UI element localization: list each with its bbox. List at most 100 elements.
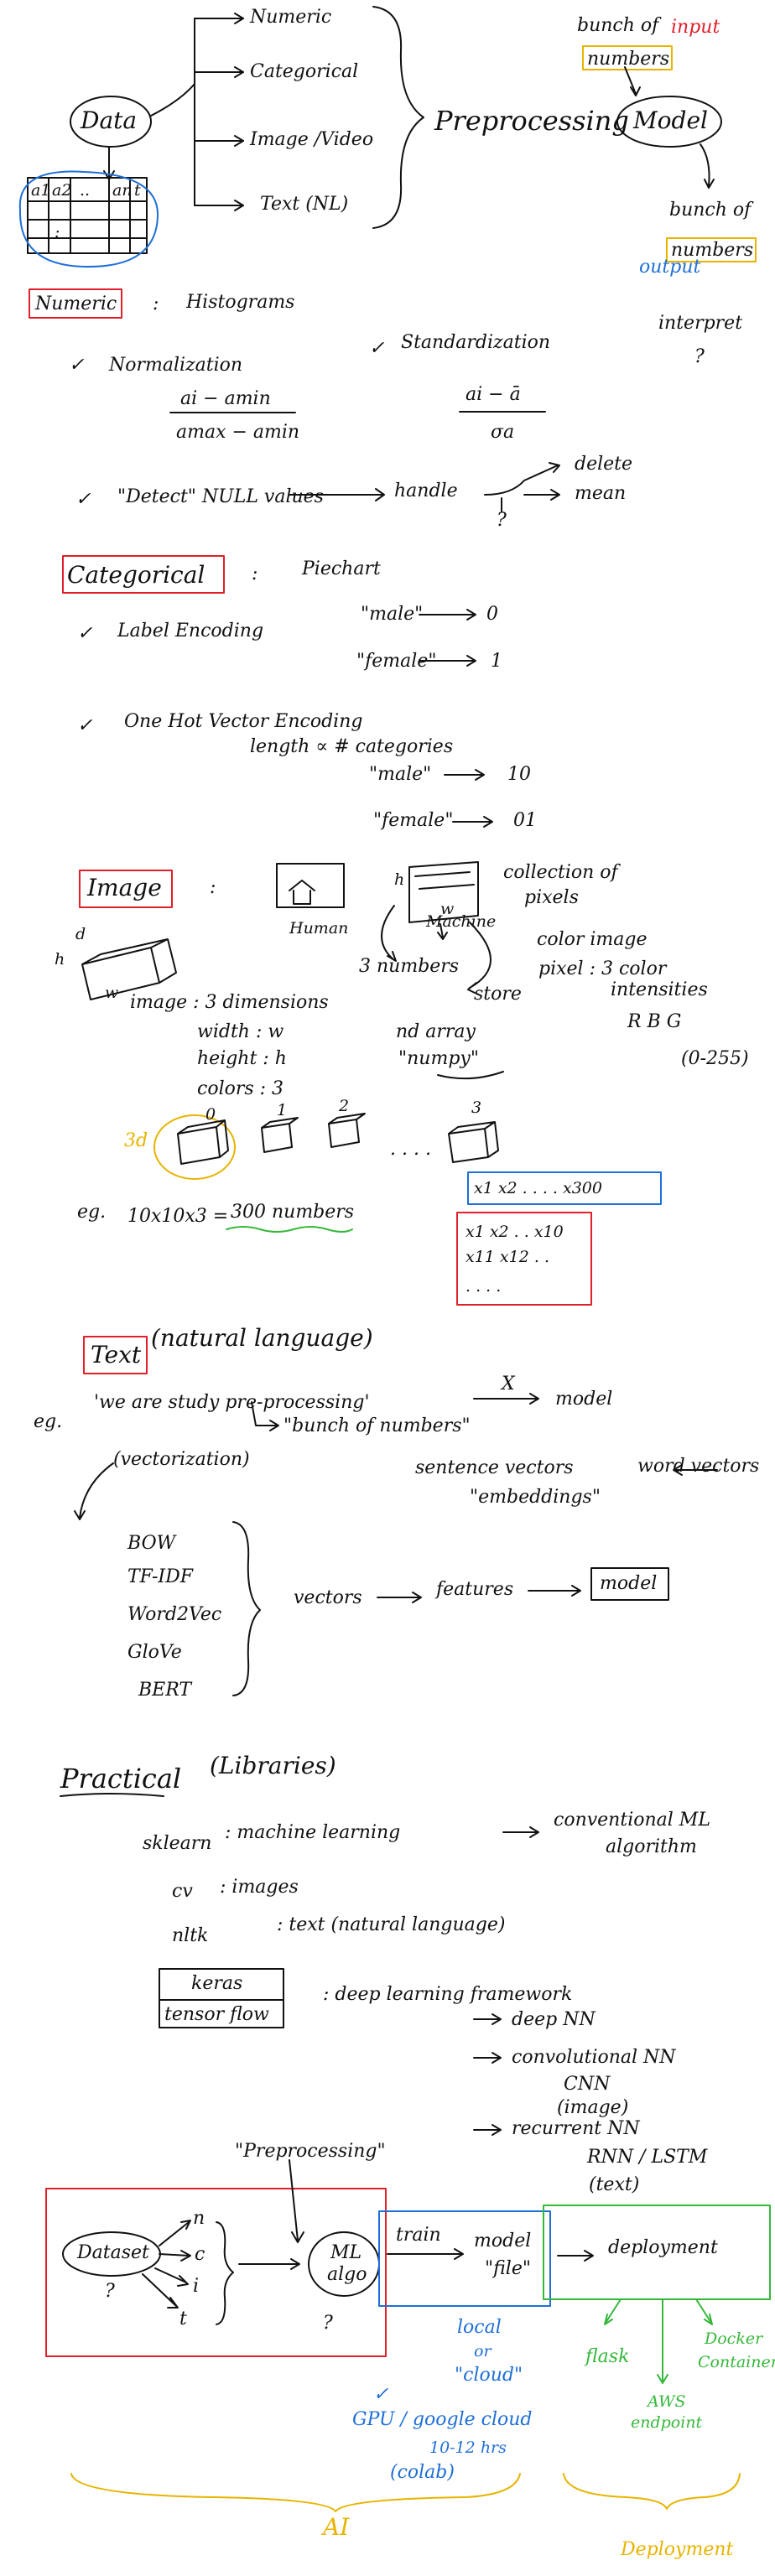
categorical-colon: : <box>252 564 258 584</box>
output-label: output <box>639 257 701 278</box>
matrix-row-3: . . . . <box>466 1277 502 1296</box>
text-brace <box>232 1521 261 1696</box>
cube-idx-0: 0 <box>205 1105 216 1124</box>
row-vector: x1 x2 . . . . x300 <box>474 1179 602 1197</box>
container-label: Container <box>698 2353 775 2371</box>
delete-label: delete <box>575 454 633 475</box>
type-categorical: Categorical <box>250 61 359 82</box>
human-label: Human <box>289 919 349 937</box>
check-standardization: ✓ <box>369 338 385 359</box>
docker-label: Docker <box>705 2329 763 2348</box>
input-label: input <box>671 17 720 38</box>
branch-arrows <box>150 18 244 206</box>
result-label: 300 numbers <box>231 1202 355 1223</box>
rec-nn: recurrent NN <box>512 2118 640 2139</box>
norm-numerator: ai − amin <box>180 388 271 409</box>
length-label: length ∝ # categories <box>250 736 454 757</box>
hrs-label: 10-12 hrs <box>429 2438 507 2457</box>
ml-label: ML <box>330 2242 362 2263</box>
dataset-q: ? <box>105 2281 115 2302</box>
ml-q: ? <box>323 2313 333 2334</box>
conventional-label: conventional ML <box>554 1810 710 1831</box>
rnn-label: RNN / LSTM <box>587 2147 708 2168</box>
vectors-label: vectors <box>294 1587 362 1608</box>
sklearn-desc: : machine learning <box>225 1822 401 1843</box>
check-normalization: ✓ <box>69 355 85 376</box>
categorical-heading: Categorical <box>67 561 205 589</box>
table-head-an: an <box>112 181 133 200</box>
sentence-label: 'we are study pre-processing' <box>94 1392 370 1413</box>
deployment-bottom-label: Deployment <box>621 2539 734 2560</box>
branch-n: n <box>193 2208 205 2229</box>
method-tfidf: TF-IDF <box>127 1566 193 1587</box>
male-vec: 10 <box>507 764 531 785</box>
store-label: store <box>474 984 522 1005</box>
numeric-heading: Numeric <box>35 293 117 314</box>
three-d-circle <box>153 1114 236 1180</box>
onehot-label: One Hot Vector Encoding <box>124 711 363 732</box>
numeric-colon: : <box>153 293 159 314</box>
check-label-enc: ✓ <box>77 623 93 644</box>
local-label: local <box>457 2317 502 2338</box>
standardization-label: Standardization <box>401 332 551 353</box>
cnn-label: CNN <box>564 2074 611 2095</box>
table-head-a2: a2 <box>52 181 72 200</box>
method-bow: BOW <box>127 1533 176 1554</box>
matrix-row-1: x1 x2 . . x10 <box>466 1223 564 1241</box>
interpret-q: ? <box>694 346 705 367</box>
model-label: model <box>555 1389 613 1410</box>
file-label: "file" <box>485 2258 531 2279</box>
male-val: 0 <box>486 604 498 625</box>
check-detect: ✓ <box>75 489 91 510</box>
sklearn-label: sklearn <box>143 1833 212 1854</box>
cube-idx-1: 1 <box>277 1101 288 1119</box>
pipeline-brace <box>216 2221 234 2325</box>
nltk-desc: : text (natural language) <box>277 1914 506 1935</box>
dims-line-1: image : 3 dimensions <box>130 992 329 1013</box>
big-brace <box>372 6 424 229</box>
three-d-label: 3d <box>124 1130 148 1151</box>
preprocessing-label: Preprocessing <box>434 105 629 137</box>
rbg-label: R B G <box>627 1011 682 1032</box>
image-eg: eg. <box>77 1202 107 1223</box>
color-image-label: color image <box>537 929 648 950</box>
cube-dots: . . . . <box>390 1139 431 1160</box>
female-val: 1 <box>491 651 502 672</box>
male-onehot: "male" <box>369 764 432 785</box>
text-heading: Text <box>91 1341 142 1368</box>
pixels-label: pixels <box>524 887 579 908</box>
gpu-label: GPU / google cloud <box>352 2409 533 2430</box>
table-dots: : <box>55 223 60 242</box>
image-colon: : <box>210 877 216 898</box>
table-head-t: t <box>134 181 141 200</box>
algo-label: algo <box>327 2264 367 2285</box>
cv-desc: : images <box>220 1877 299 1898</box>
histograms-label: Histograms <box>186 292 295 313</box>
mean-label: mean <box>575 483 627 504</box>
x-label: X <box>502 1374 515 1394</box>
cnn-image: (image) <box>557 2097 629 2118</box>
std-numerator: ai − ā <box>466 384 521 405</box>
word-vectors: word vectors <box>637 1456 760 1477</box>
table-head-a1: a1 <box>31 181 51 200</box>
numbers-in: numbers <box>587 49 670 70</box>
cube-idx-3: 3 <box>471 1098 482 1117</box>
natural-language: (natural language) <box>151 1324 373 1352</box>
conv-nn: convolutional NN <box>512 2047 676 2068</box>
dims-line-2: width : w <box>197 1021 284 1042</box>
machine-label: Machine <box>426 912 497 931</box>
deploy-brace <box>563 2473 741 2510</box>
ai-label: AI <box>323 2513 350 2541</box>
handle-q: ? <box>497 510 507 531</box>
cv-label: cv <box>172 1881 193 1902</box>
detect-null-label: "Detect" NULL values <box>117 486 324 507</box>
preprocessing-quote: "Preprocessing" <box>235 2141 386 2162</box>
matrix-row-2: x11 x12 . . <box>466 1248 549 1266</box>
branch-c: c <box>195 2244 205 2265</box>
cuboid-w: w <box>105 984 119 1002</box>
intensities-label: intensities <box>611 979 708 1000</box>
aws-label: AWS <box>648 2392 686 2411</box>
dims-line-4: colors : 3 <box>197 1078 284 1099</box>
ink-strokes <box>18 6 771 2512</box>
method-bert: BERT <box>138 1680 192 1701</box>
